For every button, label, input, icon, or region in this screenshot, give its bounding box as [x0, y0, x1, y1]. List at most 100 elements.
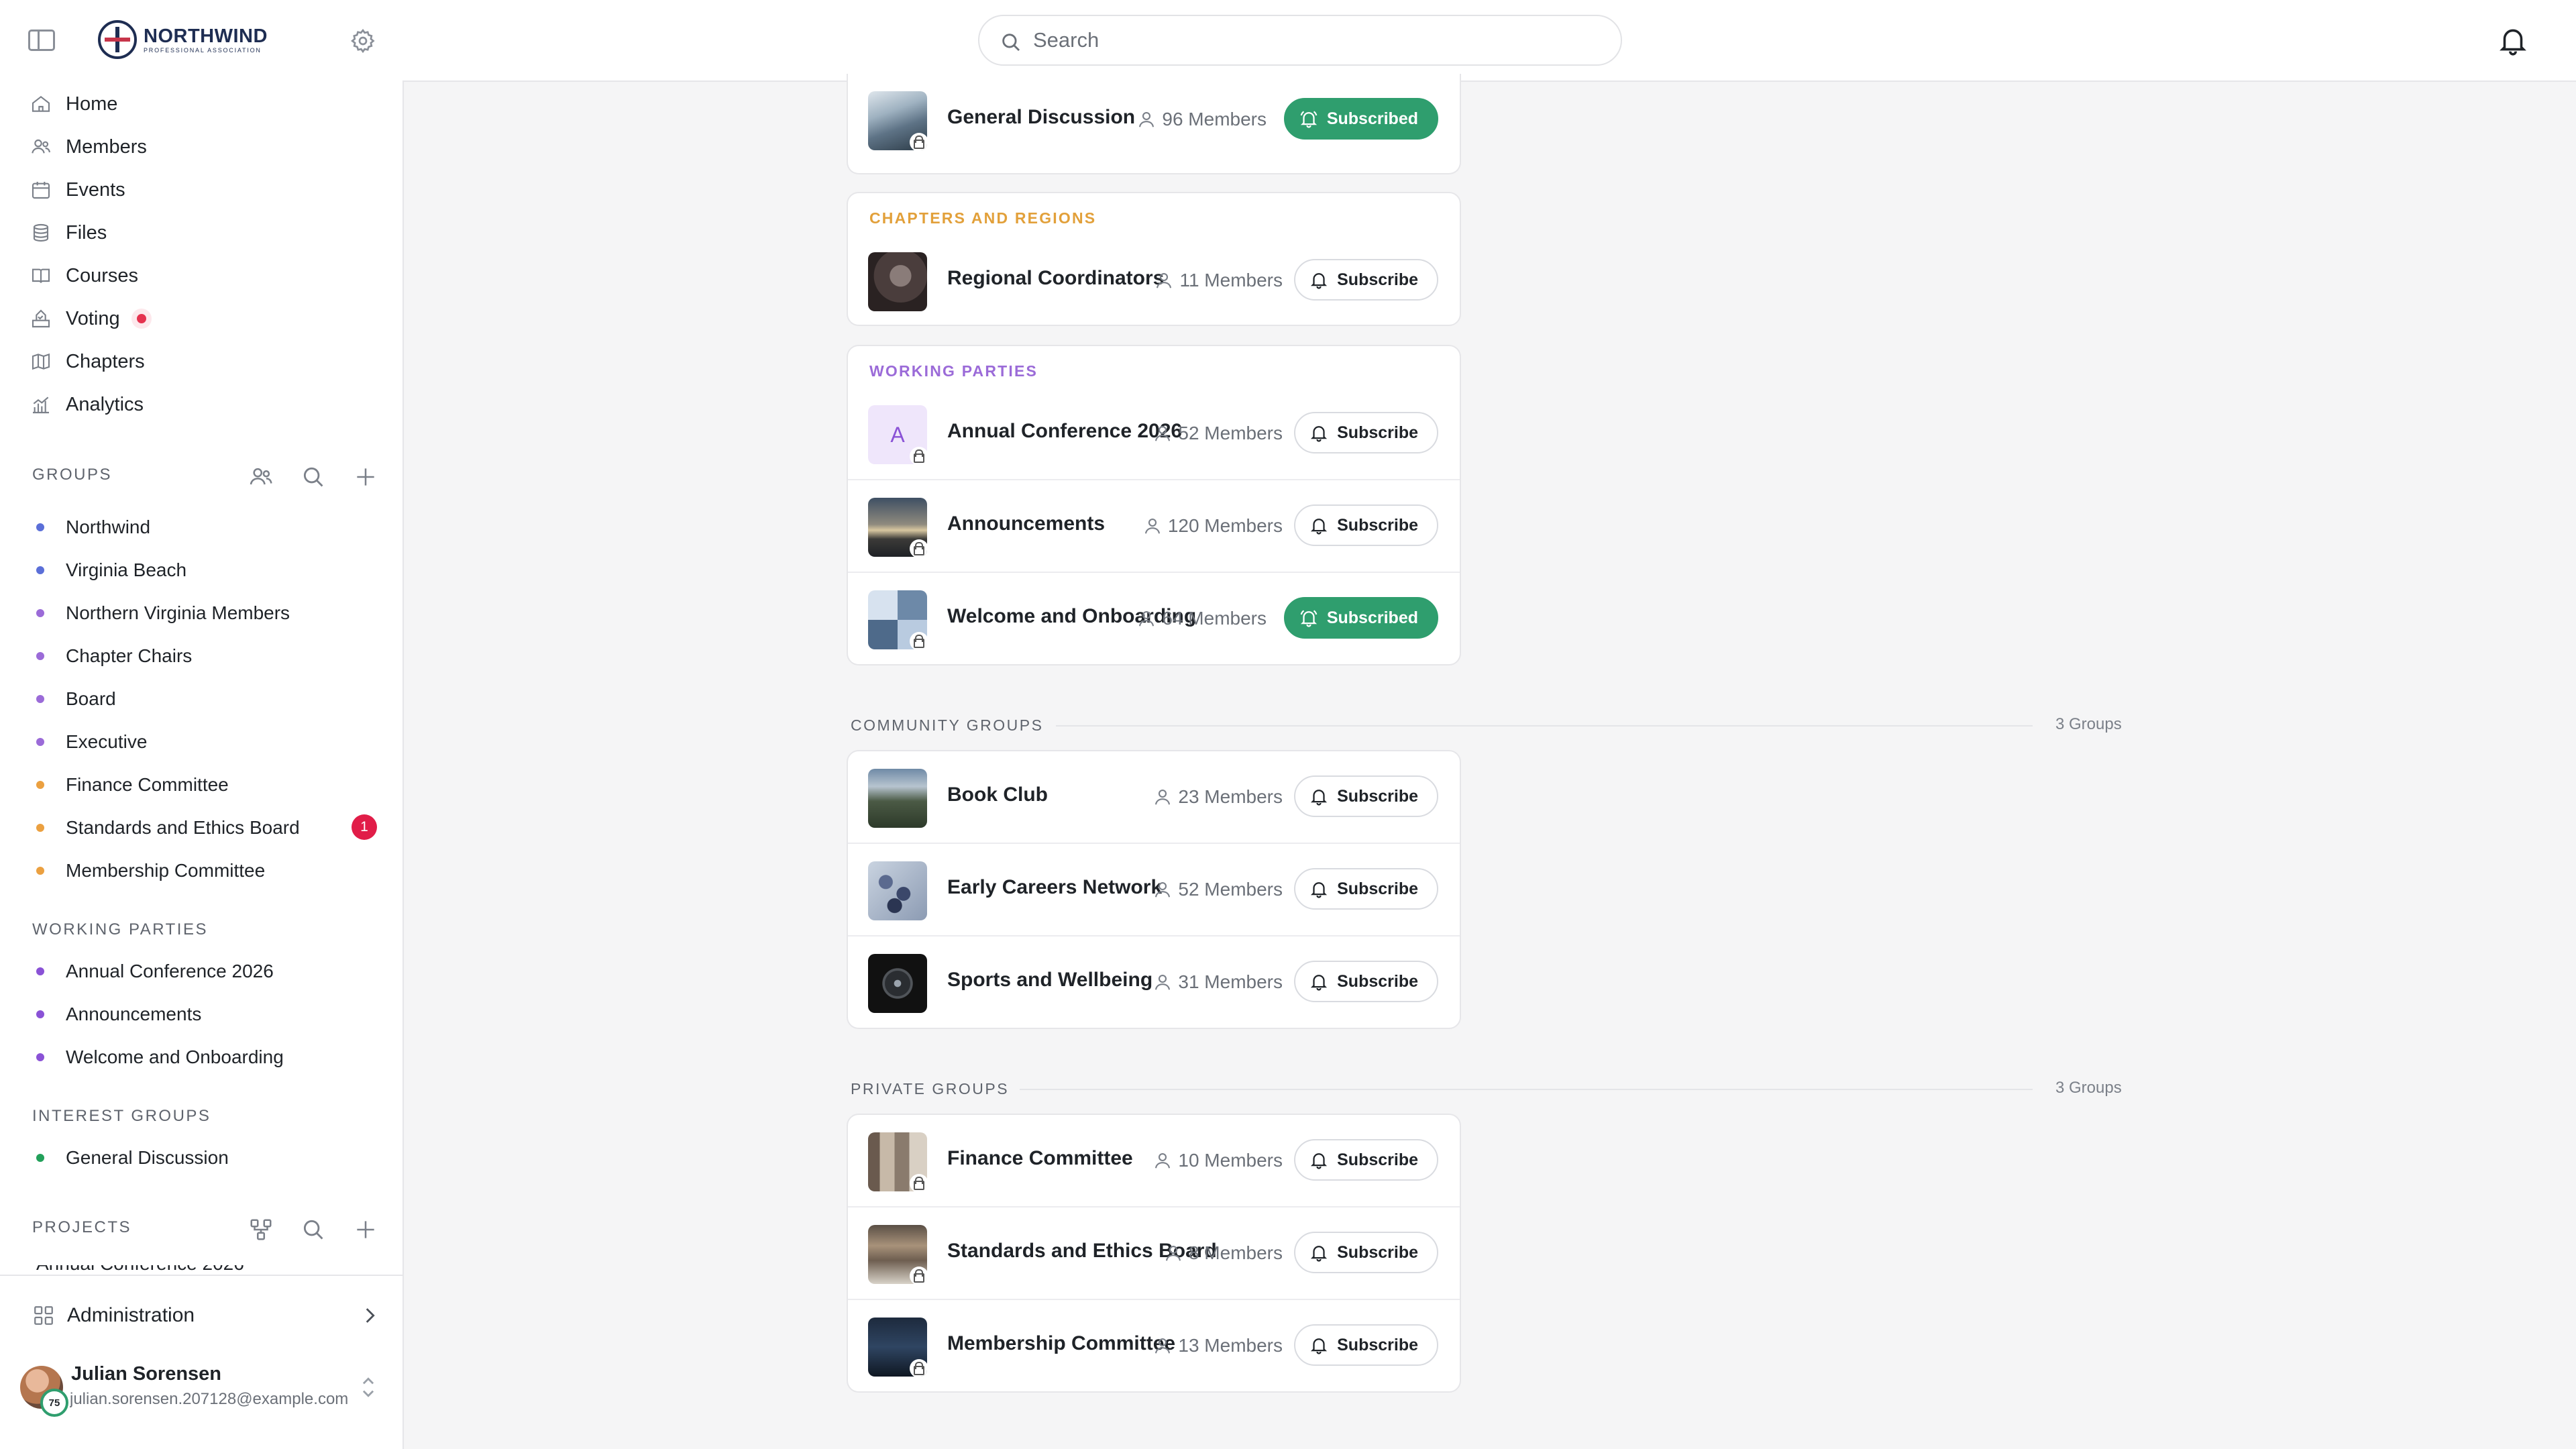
sidebar-group-label: Standards and Ethics Board	[66, 817, 300, 838]
northwind-logo-icon	[98, 20, 137, 59]
group-row[interactable]: Announcements 120 Members Subscribe	[848, 479, 1460, 570]
nav-courses[interactable]: Courses	[30, 259, 138, 292]
subscribe-button[interactable]: Subscribe	[1294, 1324, 1438, 1366]
group-row[interactable]: Finance Committee 10 Members Subscribe	[848, 1115, 1460, 1206]
bell-icon	[1311, 790, 1328, 806]
bell-icon	[1311, 1246, 1328, 1262]
sidebar-group-item[interactable]: Board	[36, 684, 116, 714]
member-count: 64 Members	[1136, 605, 1267, 632]
nav-analytics[interactable]: Analytics	[30, 388, 144, 421]
nav-chapters[interactable]: Chapters	[30, 345, 145, 378]
sidebar-working-party-item[interactable]: Annual Conference 2026	[36, 957, 274, 986]
notifications-bell-icon[interactable]	[2494, 21, 2532, 59]
sidebar-group-item[interactable]: Membership Committee	[36, 856, 265, 885]
nav-members[interactable]: Members	[30, 130, 147, 164]
nav-events[interactable]: Events	[30, 173, 125, 207]
bell-icon	[1311, 882, 1328, 898]
lock-icon	[910, 447, 927, 464]
project-hierarchy-icon[interactable]	[247, 1216, 275, 1244]
app-root: NORTHWIND PROFESSIONAL ASSOCIATION Home …	[0, 0, 2576, 1449]
group-members-icon[interactable]	[247, 463, 275, 491]
sidebar-group-item[interactable]: Executive	[36, 727, 147, 757]
book-icon	[30, 264, 52, 287]
nav-voting[interactable]: Voting	[30, 302, 152, 335]
sidebar-group-item[interactable]: Standards and Ethics Board	[36, 813, 385, 843]
project-search-icon[interactable]	[299, 1216, 327, 1244]
subscribe-button[interactable]: Subscribe	[1294, 868, 1438, 910]
bell-icon	[1311, 975, 1328, 991]
lock-icon	[910, 1267, 927, 1284]
sidebar-group-item[interactable]: Northern Virginia Members	[36, 598, 290, 628]
group-row[interactable]: Book Club 23 Members Subscribe	[848, 751, 1460, 843]
subscribe-button[interactable]: Subscribe	[1294, 504, 1438, 546]
sidebar-group-item[interactable]: Northwind	[36, 513, 150, 542]
ballot-icon	[30, 307, 52, 330]
subscribed-button[interactable]: Subscribed	[1283, 98, 1438, 140]
group-name: Annual Conference 2026	[947, 420, 1183, 442]
subscribe-button[interactable]: Subscribe	[1294, 259, 1438, 301]
subscribe-button[interactable]: Subscribe	[1294, 775, 1438, 817]
group-row[interactable]: Welcome and Onboarding 64 Members Subscr…	[848, 572, 1460, 663]
analytics-icon	[30, 393, 52, 416]
lock-icon	[910, 632, 927, 649]
group-thumbnail	[868, 769, 927, 828]
bell-icon	[1311, 1338, 1328, 1354]
group-name: Membership Committee	[947, 1332, 1176, 1354]
group-name: Book Club	[947, 784, 1048, 806]
group-thumbnail	[868, 861, 927, 920]
sidebar-group-item[interactable]: Finance Committee	[36, 770, 229, 800]
group-thumbnail	[868, 1318, 927, 1377]
group-row[interactable]: Sports and Wellbeing 31 Members Subscrib…	[848, 935, 1460, 1026]
administration-link[interactable]: Administration	[32, 1299, 381, 1332]
subscribe-button[interactable]: Subscribe	[1294, 412, 1438, 453]
person-icon	[1155, 881, 1171, 898]
search-input[interactable]	[1033, 23, 1597, 58]
lock-icon	[910, 1174, 927, 1191]
group-row[interactable]: Early Careers Network 52 Members Subscri…	[848, 843, 1460, 934]
sidebar-working-party-item[interactable]: Announcements	[36, 1000, 201, 1029]
sidebar-toggle-icon[interactable]	[28, 30, 55, 51]
search-box[interactable]	[978, 15, 1622, 66]
group-color-dot	[36, 566, 44, 574]
nav-files[interactable]: Files	[30, 216, 107, 250]
private-groups-card: Finance Committee 10 Members Subscribe S…	[847, 1114, 1461, 1393]
lock-icon	[910, 539, 927, 557]
group-color-dot	[36, 1053, 44, 1061]
group-search-icon[interactable]	[299, 463, 327, 491]
user-menu[interactable]: 75 Julian Sorensen julian.sorensen.20712…	[20, 1360, 396, 1417]
sidebar-group-item[interactable]: Chapter Chairs	[36, 641, 192, 671]
subscribe-button-label: Subscribe	[1337, 515, 1418, 535]
sidebar-group-label: Finance Committee	[66, 774, 229, 795]
subscribe-button[interactable]: Subscribe	[1294, 1232, 1438, 1273]
person-icon	[1157, 272, 1172, 288]
sidebar-group-item[interactable]: Virginia Beach	[36, 555, 186, 585]
person-icon	[1155, 1338, 1171, 1354]
brand-name: NORTHWIND	[144, 25, 268, 47]
sidebar-project-item-partial[interactable]: Annual Conference 2026	[36, 1265, 372, 1275]
group-row[interactable]: A Annual Conference 2026 52 Members Subs…	[848, 388, 1460, 479]
thumbnail-letter: A	[890, 422, 905, 447]
nav-voting-label: Voting	[66, 307, 120, 329]
group-row[interactable]: Regional Coordinators 11 Members Subscri…	[848, 235, 1460, 325]
group-row[interactable]: General Discussion 96 Members Subscribed	[848, 74, 1460, 165]
group-add-icon[interactable]	[352, 463, 380, 491]
member-count: 52 Members	[1152, 420, 1283, 447]
nav-analytics-label: Analytics	[66, 393, 144, 415]
project-add-icon[interactable]	[352, 1216, 380, 1244]
sidebar-interest-group-item[interactable]: General Discussion	[36, 1143, 229, 1173]
subscribed-button[interactable]: Subscribed	[1283, 597, 1438, 639]
subscribe-button[interactable]: Subscribe	[1294, 1139, 1438, 1181]
voting-alert-dot	[131, 309, 152, 329]
group-row[interactable]: Standards and Ethics Board 8 Members Sub…	[848, 1206, 1460, 1297]
sidebar-working-party-item[interactable]: Welcome and Onboarding	[36, 1042, 284, 1072]
member-count-text: 23 Members	[1178, 786, 1283, 807]
subscribe-button[interactable]: Subscribe	[1294, 961, 1438, 1002]
card-section-title: CHAPTERS AND REGIONS	[869, 209, 1097, 227]
sidebar-group-label: Annual Conference 2026	[66, 961, 274, 981]
group-row[interactable]: Membership Committee 13 Members Subscrib…	[848, 1299, 1460, 1390]
group-name: Finance Committee	[947, 1147, 1133, 1169]
chevron-right-icon	[366, 1308, 375, 1323]
sidebar-group-label: Membership Committee	[66, 860, 266, 881]
settings-gear-icon[interactable]	[347, 25, 378, 56]
nav-home[interactable]: Home	[30, 87, 117, 121]
